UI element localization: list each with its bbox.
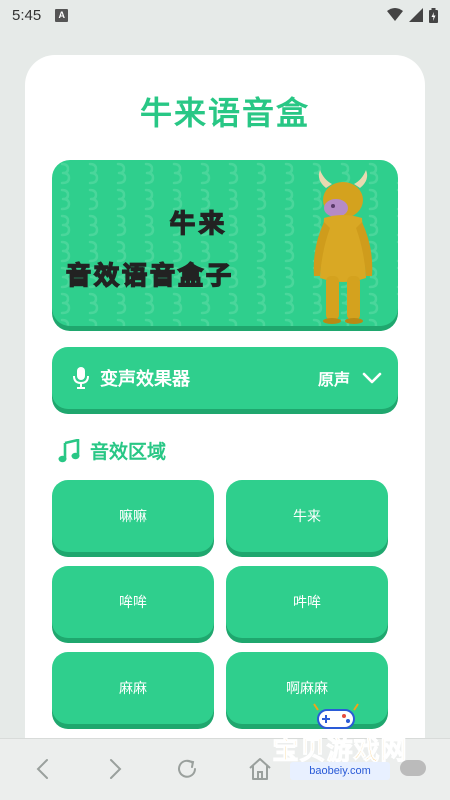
status-bar: 5:45 A — [0, 0, 450, 30]
watermark-logo: 宝贝游戏网 baobeiy.com — [270, 702, 420, 784]
sound-button[interactable]: 牛来 — [226, 480, 388, 552]
section-title: 音效区域 — [90, 441, 167, 463]
voice-changer-label: 变声效果器 — [100, 369, 190, 390]
voice-changer-selector[interactable]: 变声效果器 原声 — [52, 347, 398, 409]
hero-banner: 牛来 音效语音盒子 — [52, 160, 398, 326]
sound-button[interactable]: 麻麻 — [52, 652, 214, 724]
wifi-icon — [387, 8, 403, 21]
sound-button-grid: 嘛嘛 牛来 哞哞 吽哞 麻麻 啊麻麻 — [52, 480, 388, 724]
chevron-down-icon — [362, 372, 382, 384]
music-note-icon — [58, 438, 80, 462]
page-title: 牛来语音盒 — [139, 94, 310, 132]
gamepad-icon — [313, 703, 359, 729]
status-time: 5:45 — [12, 6, 42, 24]
notification-icon: A — [55, 8, 69, 22]
status-indicators — [387, 7, 438, 23]
bull-mascot-image — [313, 170, 373, 324]
microphone-icon — [73, 367, 89, 389]
sound-button[interactable]: 哞哞 — [52, 566, 214, 638]
sound-section-header: 音效区域 — [58, 437, 166, 464]
banner-title: 牛来 — [169, 208, 229, 239]
refresh-icon[interactable] — [174, 756, 200, 782]
sound-button[interactable]: 嘛嘛 — [52, 480, 214, 552]
back-arrow-icon[interactable] — [30, 756, 56, 782]
sound-button[interactable]: 吽哞 — [226, 566, 388, 638]
signal-icon — [409, 8, 423, 22]
voice-changer-value: 原声 — [317, 370, 350, 389]
forward-arrow-icon[interactable] — [102, 756, 128, 782]
toggle-switch[interactable] — [400, 760, 426, 776]
battery-icon — [429, 7, 438, 23]
banner-subtitle: 音效语音盒子 — [65, 260, 235, 291]
watermark-url: baobeiy.com — [290, 762, 390, 780]
